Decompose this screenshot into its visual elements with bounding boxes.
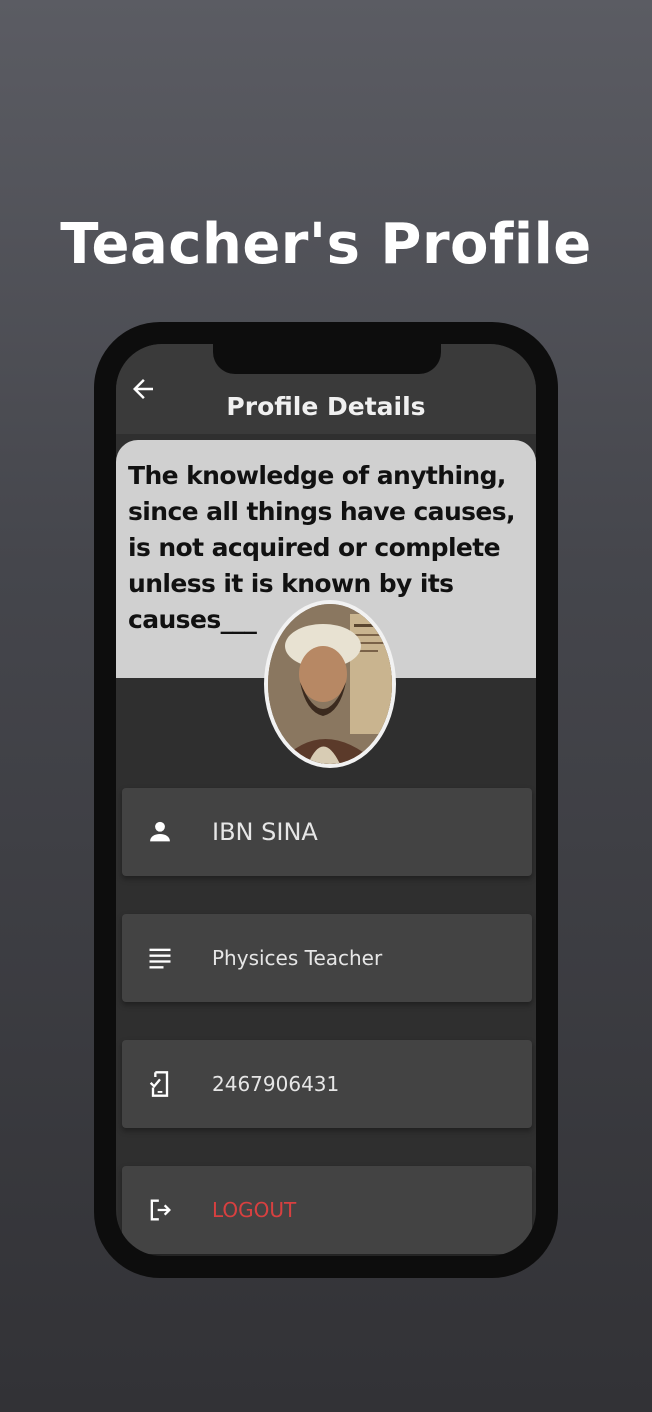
- phone-check-icon: [149, 1071, 169, 1097]
- role-row: Physices Teacher: [122, 914, 532, 1002]
- logout-button[interactable]: LOGOUT: [212, 1166, 296, 1254]
- phone-notch: [213, 344, 441, 374]
- phone-frame: Profile Details The knowledge of anythin…: [94, 322, 558, 1278]
- notes-icon: [149, 948, 171, 969]
- teacher-name: IBN SINA: [212, 818, 318, 846]
- avatar: [264, 600, 396, 768]
- person-icon: [150, 821, 170, 842]
- phone-row: 2467906431: [122, 1040, 532, 1128]
- teacher-phone: 2467906431: [212, 1072, 340, 1096]
- name-row: IBN SINA: [122, 788, 532, 876]
- logout-icon: [150, 1199, 171, 1221]
- app-bar-title: Profile Details: [226, 392, 426, 421]
- page-headline: Teacher's Profile: [60, 212, 592, 277]
- portrait-image: [268, 604, 392, 764]
- logout-row[interactable]: LOGOUT: [122, 1166, 532, 1254]
- teacher-role: Physices Teacher: [212, 946, 383, 970]
- phone-screen: Profile Details The knowledge of anythin…: [116, 344, 536, 1256]
